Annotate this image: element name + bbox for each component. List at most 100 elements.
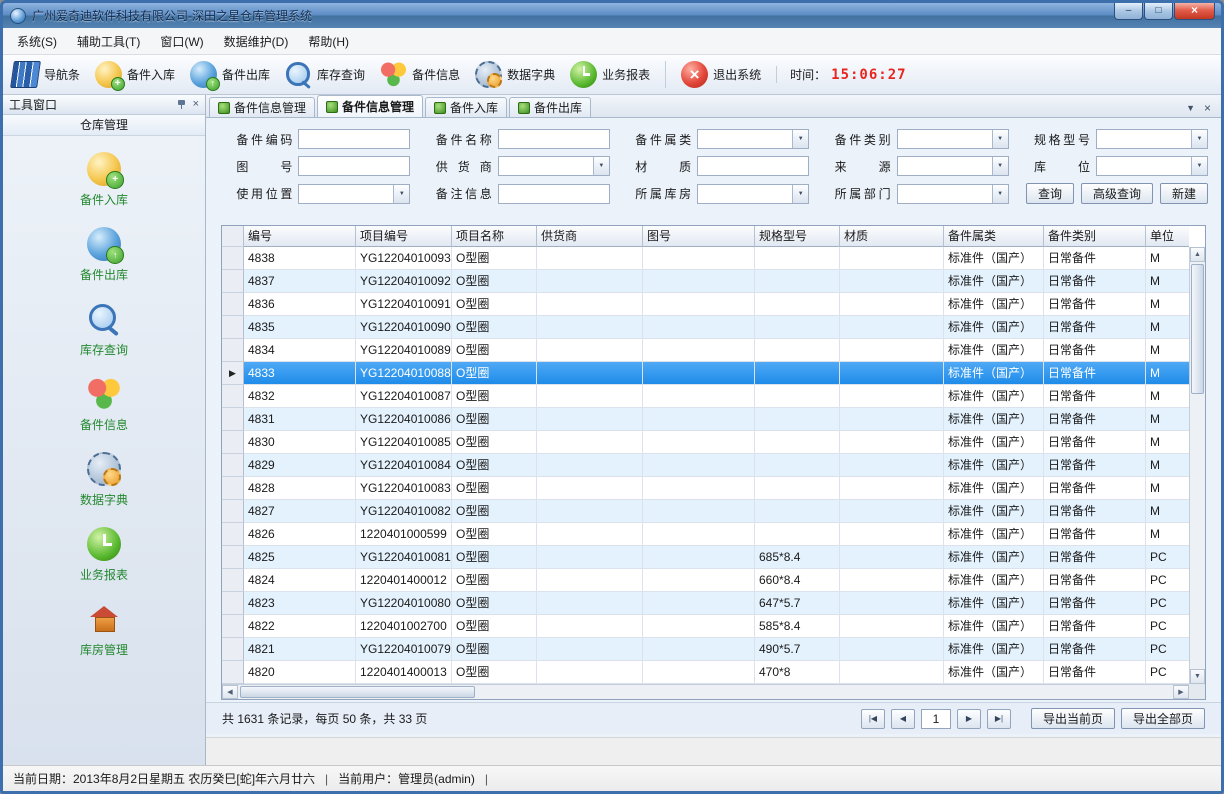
toolbar-button-exit[interactable]: 退出系统 (665, 61, 761, 88)
sidebar-item-report[interactable]: 业务报表 (3, 525, 205, 585)
maximize-button[interactable]: □ (1144, 3, 1173, 20)
column-header[interactable]: 备件类别 (1044, 226, 1146, 247)
sidebar-item-warehouse[interactable]: 库房管理 (3, 600, 205, 660)
dropdown-arrow-icon[interactable]: ▼ (792, 130, 808, 148)
prev-page-button[interactable]: ◀ (891, 709, 915, 729)
scroll-left-icon[interactable]: ◀ (222, 685, 238, 699)
field-input[interactable] (498, 184, 610, 204)
table-row[interactable]: 4831 YG12204010086 O型圈 标准件（国产） 日常备件 M (222, 408, 1189, 431)
column-header[interactable]: 材质 (840, 226, 944, 247)
field-input[interactable]: ▼ (1096, 129, 1208, 149)
pin-icon[interactable] (177, 99, 186, 110)
menu-item-3[interactable]: 窗口(W) (150, 29, 213, 54)
table-row[interactable]: 4830 YG12204010085 O型圈 标准件（国产） 日常备件 M (222, 431, 1189, 454)
new-button[interactable]: 新建 (1160, 183, 1208, 204)
field-input[interactable]: ▼ (897, 184, 1009, 204)
table-row[interactable]: 4837 YG12204010092 O型圈 标准件（国产） 日常备件 M (222, 270, 1189, 293)
query-button[interactable]: 查询 (1026, 183, 1074, 204)
table-row[interactable]: 4828 YG12204010083 O型圈 标准件（国产） 日常备件 M (222, 477, 1189, 500)
toolbar-button-navbar[interactable]: 导航条 (12, 61, 80, 88)
field-input[interactable] (697, 156, 809, 176)
column-header[interactable]: 图号 (643, 226, 755, 247)
menu-item-2[interactable]: 辅助工具(T) (67, 29, 150, 54)
dropdown-arrow-icon[interactable]: ▼ (1191, 130, 1207, 148)
column-header[interactable]: 项目名称 (452, 226, 537, 247)
toolbar-button-parts-in[interactable]: 备件入库 (95, 61, 175, 88)
scroll-up-icon[interactable]: ▲ (1190, 247, 1205, 262)
column-header[interactable]: 规格型号 (755, 226, 840, 247)
export-all-pages-button[interactable]: 导出全部页 (1121, 708, 1205, 729)
dropdown-arrow-icon[interactable]: ▼ (792, 185, 808, 203)
advanced-query-button[interactable]: 高级查询 (1081, 183, 1153, 204)
export-current-page-button[interactable]: 导出当前页 (1031, 708, 1115, 729)
table-row[interactable]: 4836 YG12204010091 O型圈 标准件（国产） 日常备件 M (222, 293, 1189, 316)
sidebar-item-parts-in[interactable]: 备件入库 (3, 150, 205, 210)
field-input[interactable]: ▼ (897, 129, 1009, 149)
tab-1[interactable]: 备件信息管理 (209, 97, 315, 117)
tab-close-icon[interactable]: × (1204, 103, 1211, 113)
toolbar-button-parts-out[interactable]: 备件出库 (190, 61, 270, 88)
tab-2[interactable]: 备件信息管理 (317, 95, 423, 117)
sidebar-item-parts-info[interactable]: 备件信息 (3, 375, 205, 435)
field-input[interactable] (298, 156, 410, 176)
first-page-button[interactable]: |◀ (861, 709, 885, 729)
sidebar-item-parts-out[interactable]: 备件出库 (3, 225, 205, 285)
table-row[interactable]: 4835 YG12204010090 O型圈 标准件（国产） 日常备件 M (222, 316, 1189, 339)
column-header[interactable]: 单位 (1146, 226, 1189, 247)
field-input[interactable]: ▼ (298, 184, 410, 204)
column-header[interactable]: 项目编号 (356, 226, 452, 247)
next-page-button[interactable]: ▶ (957, 709, 981, 729)
field-input[interactable]: ▼ (1096, 156, 1208, 176)
table-row[interactable]: 4832 YG12204010087 O型圈 标准件（国产） 日常备件 M (222, 385, 1189, 408)
horizontal-scrollbar[interactable]: ◀ ▶ (222, 684, 1189, 699)
table-row[interactable]: 4821 YG12204010079 O型圈 490*5.7 标准件（国产） 日… (222, 638, 1189, 661)
field-input[interactable]: ▼ (697, 129, 809, 149)
field-input[interactable] (298, 129, 410, 149)
page-number-input[interactable]: 1 (921, 709, 951, 729)
menu-item-5[interactable]: 帮助(H) (298, 29, 359, 54)
table-row[interactable]: 4825 YG12204010081 O型圈 685*8.4 标准件（国产） 日… (222, 546, 1189, 569)
table-row[interactable]: 4838 YG12204010093 O型圈 标准件（国产） 日常备件 M (222, 247, 1189, 270)
dropdown-arrow-icon[interactable]: ▼ (992, 157, 1008, 175)
table-row[interactable]: 4834 YG12204010089 O型圈 标准件（国产） 日常备件 M (222, 339, 1189, 362)
table-row[interactable]: 4827 YG12204010082 O型圈 标准件（国产） 日常备件 M (222, 500, 1189, 523)
tab-4[interactable]: 备件出库 (509, 97, 591, 117)
sidebar-item-inventory-query[interactable]: 库存查询 (3, 300, 205, 360)
toolbar-button-data-dict[interactable]: 数据字典 (475, 61, 555, 88)
last-page-button[interactable]: ▶| (987, 709, 1011, 729)
table-row[interactable]: ▶ 4833 YG12204010088 O型圈 标准件（国产） 日常备件 (222, 362, 1189, 385)
scroll-down-icon[interactable]: ▼ (1190, 669, 1205, 684)
table-row[interactable]: 4826 1220401000599 O型圈 标准件（国产） 日常备件 M (222, 523, 1189, 546)
table-row[interactable]: 4820 1220401400013 O型圈 470*8 标准件（国产） 日常备… (222, 661, 1189, 684)
table-row[interactable]: 4822 1220401002700 O型圈 585*8.4 标准件（国产） 日… (222, 615, 1189, 638)
field-input[interactable]: ▼ (697, 184, 809, 204)
column-header[interactable]: 编号 (244, 226, 356, 247)
dropdown-arrow-icon[interactable]: ▼ (1191, 157, 1207, 175)
vertical-scroll-thumb[interactable] (1191, 264, 1204, 394)
table-row[interactable]: 4829 YG12204010084 O型圈 标准件（国产） 日常备件 M (222, 454, 1189, 477)
menu-item-1[interactable]: 系统(S) (7, 29, 67, 54)
sidebar-item-data-dict[interactable]: 数据字典 (3, 450, 205, 510)
dropdown-arrow-icon[interactable]: ▼ (992, 130, 1008, 148)
column-header[interactable]: 备件属类 (944, 226, 1044, 247)
field-input[interactable]: ▼ (498, 156, 610, 176)
dropdown-arrow-icon[interactable]: ▼ (393, 185, 409, 203)
tab-list-dropdown-icon[interactable]: ▼ (1186, 103, 1195, 113)
field-input[interactable]: ▼ (897, 156, 1009, 176)
vertical-scrollbar[interactable]: ▲ ▼ (1189, 247, 1205, 684)
toolbar-button-inventory-query[interactable]: 库存查询 (285, 61, 365, 88)
minimize-button[interactable]: – (1114, 3, 1143, 20)
panel-close-icon[interactable]: × (193, 99, 199, 110)
toolbar-button-parts-info[interactable]: 备件信息 (380, 61, 460, 88)
tab-3[interactable]: 备件入库 (425, 97, 507, 117)
column-header[interactable]: 供货商 (537, 226, 643, 247)
horizontal-scroll-thumb[interactable] (240, 686, 475, 698)
field-input[interactable] (498, 129, 610, 149)
dropdown-arrow-icon[interactable]: ▼ (593, 157, 609, 175)
table-row[interactable]: 4823 YG12204010080 O型圈 647*5.7 标准件（国产） 日… (222, 592, 1189, 615)
toolbar-button-report[interactable]: 业务报表 (570, 61, 650, 88)
dropdown-arrow-icon[interactable]: ▼ (992, 185, 1008, 203)
table-row[interactable]: 4824 1220401400012 O型圈 660*8.4 标准件（国产） 日… (222, 569, 1189, 592)
scroll-right-icon[interactable]: ▶ (1173, 685, 1189, 699)
menu-item-4[interactable]: 数据维护(D) (214, 29, 299, 54)
